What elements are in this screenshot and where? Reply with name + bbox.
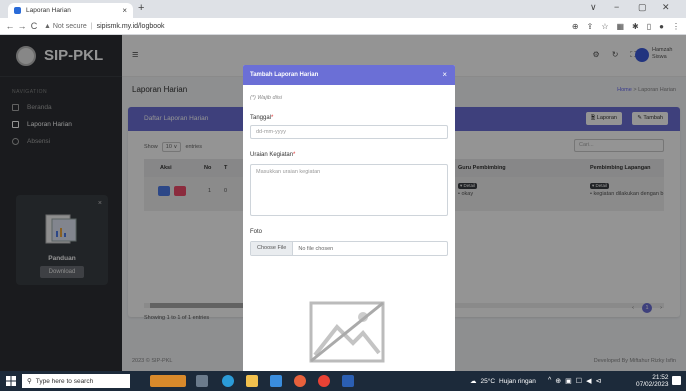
required-note: (*) Wajib diisi (250, 95, 282, 101)
volume-icon[interactable]: ⊲ (595, 377, 601, 385)
foto-label: Foto (250, 229, 263, 235)
tab-favicon-icon (14, 7, 21, 14)
task-view-icon[interactable] (196, 375, 208, 387)
clock-date: 07/02/2023 (636, 381, 669, 388)
tab-title: Laporan Harian (26, 7, 71, 14)
url-text[interactable]: sipismk.my.id/logbook (97, 23, 165, 30)
uraian-textarea[interactable]: Masukkan uraian kegiatan (250, 164, 448, 216)
back-button[interactable]: ← (4, 21, 16, 31)
tanggal-label: Tanggal* (250, 115, 274, 121)
weather-temp: 25°C (480, 377, 496, 385)
not-secure-indicator[interactable]: ▲ Not secure (44, 23, 87, 30)
weather-icon: ☁ (470, 378, 477, 385)
minimize-button[interactable]: − (614, 2, 619, 12)
windows-start-icon[interactable] (6, 376, 16, 386)
tab-search-dropdown-icon[interactable]: ∨ (590, 2, 597, 13)
battery-icon[interactable]: ☐ (576, 377, 582, 385)
extension-icon[interactable]: ▦ (616, 22, 624, 31)
forward-button[interactable]: → (16, 21, 28, 31)
tray-monitor-icon[interactable]: ▣ (565, 377, 572, 385)
search-icon: ⚲ (27, 378, 32, 385)
tambah-laporan-modal: Tambah Laporan Harian × (*) Wajib diisi … (243, 65, 455, 371)
new-tab-button[interactable]: + (138, 2, 144, 14)
puzzle-icon[interactable]: ✱ (632, 22, 639, 31)
reload-button[interactable]: C (28, 21, 40, 31)
tanggal-input[interactable]: dd-mm-yyyy (250, 125, 448, 139)
firefox-icon[interactable] (294, 375, 306, 387)
network-icon[interactable]: ◀ (586, 377, 591, 385)
store-icon[interactable] (270, 375, 282, 387)
modal-title: Tambah Laporan Harian (250, 72, 319, 78)
chrome-icon[interactable] (318, 375, 330, 387)
edge-icon[interactable] (222, 375, 234, 387)
bookmark-star-icon[interactable]: ☆ (601, 22, 608, 31)
clock-time: 21:52 (652, 374, 669, 381)
browser-tab[interactable]: Laporan Harian × (8, 3, 133, 18)
file-explorer-icon[interactable] (246, 375, 258, 387)
news-widget-icon[interactable] (150, 375, 186, 387)
modal-header: Tambah Laporan Harian × (243, 65, 455, 85)
address-bar: ← → C ▲ Not secure | sipismk.my.id/logbo… (0, 18, 686, 35)
profile-icon[interactable]: ● (659, 22, 664, 31)
image-placeholder-icon (309, 301, 385, 363)
side-panel-icon[interactable]: ▯ (647, 22, 651, 31)
system-tray: ^ ⊕ ▣ ☐ ◀ ⊲ (548, 377, 601, 385)
tray-app-icon[interactable]: ⊕ (555, 377, 561, 385)
uraian-label: Uraian Kegiatan* (250, 152, 296, 158)
taskbar-clock[interactable]: 21:52 07/02/2023 (636, 374, 669, 388)
taskbar-search-placeholder: Type here to search (35, 377, 94, 385)
word-icon[interactable] (342, 375, 354, 387)
weather-widget[interactable]: ☁ 25°C Hujan ringan (470, 377, 536, 386)
zoom-icon[interactable]: ⊕ (572, 22, 579, 31)
browser-tab-bar: Laporan Harian × + ∨ − ▢ ✕ (0, 0, 686, 18)
taskbar-search-input[interactable]: ⚲ Type here to search (22, 374, 130, 388)
weather-text: Hujan ringan (499, 377, 536, 385)
windows-taskbar: ⚲ Type here to search ☁ 25°C Hujan ringa… (0, 371, 686, 391)
maximize-button[interactable]: ▢ (638, 2, 647, 13)
omnibox-separator: | (90, 22, 93, 30)
choose-file-button[interactable]: Choose File (251, 242, 294, 255)
browser-toolbar-icons: ⊕ ⇪ ☆ ▦ ✱ ▯ ● ⋮ (572, 22, 686, 31)
omnibox[interactable]: ▲ Not secure | sipismk.my.id/logbook (44, 23, 165, 30)
foto-file-input[interactable]: Choose File No file chosen (250, 241, 448, 256)
tray-expand-icon[interactable]: ^ (548, 377, 551, 385)
modal-close-icon[interactable]: × (442, 70, 447, 79)
close-window-button[interactable]: ✕ (662, 2, 670, 13)
tab-close-icon[interactable]: × (122, 6, 127, 15)
share-icon[interactable]: ⇪ (587, 22, 594, 31)
file-name-text: No file chosen (298, 245, 334, 252)
notification-icon[interactable] (672, 376, 681, 385)
menu-kebab-icon[interactable]: ⋮ (672, 22, 680, 31)
